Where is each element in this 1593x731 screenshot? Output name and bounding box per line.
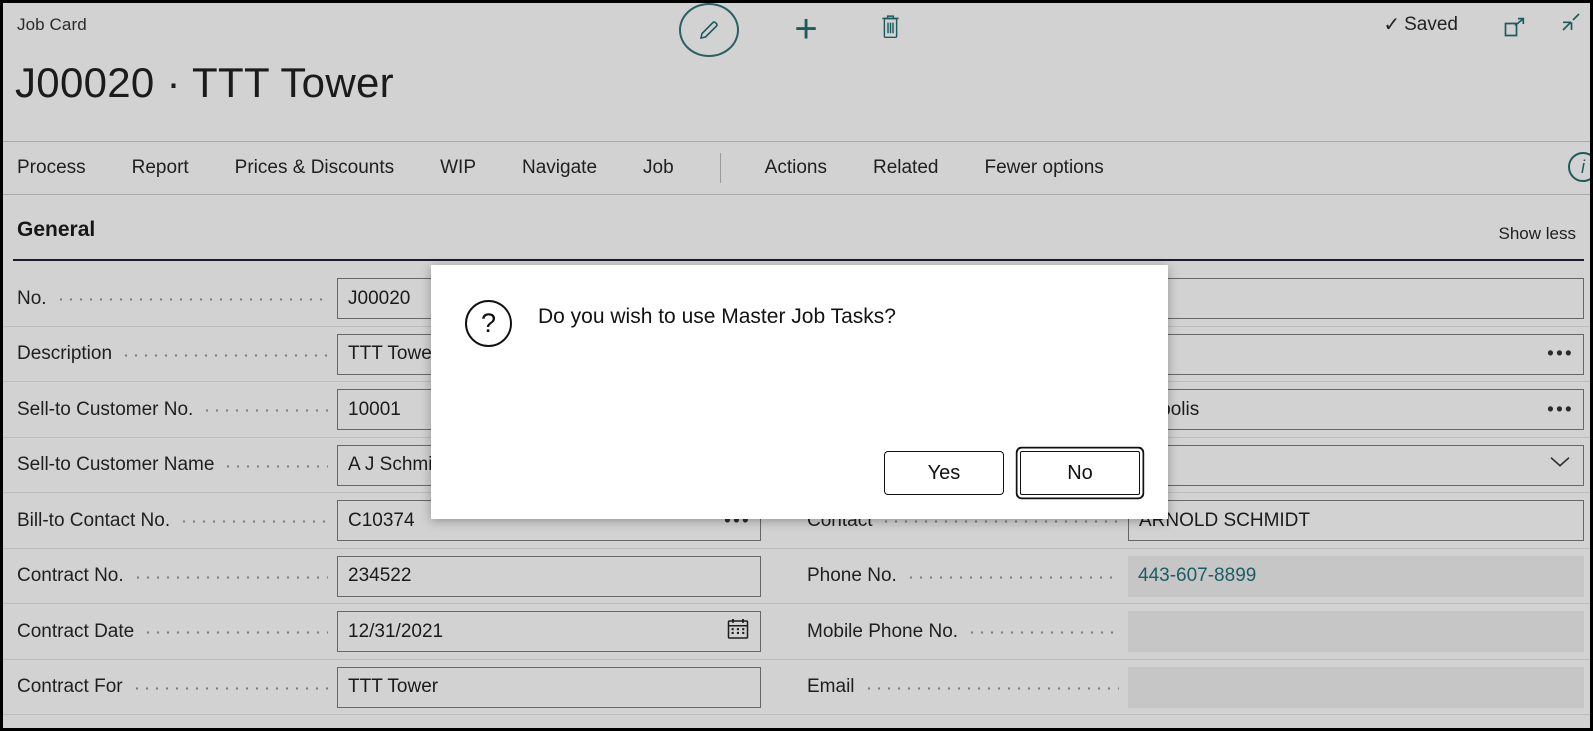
right-input-2[interactable]: napolis ••• bbox=[1128, 389, 1584, 431]
section-title: General bbox=[17, 218, 96, 241]
menu-item-related[interactable]: Related bbox=[873, 157, 939, 179]
contract-date-value: 12/31/2021 bbox=[348, 620, 444, 642]
right-dropdown-3[interactable] bbox=[1128, 444, 1584, 486]
chevron-down-icon[interactable] bbox=[1549, 453, 1571, 475]
calendar-icon[interactable] bbox=[726, 617, 750, 646]
field-contract-for: Contract For TTT Tower bbox=[3, 660, 793, 716]
row-divider bbox=[3, 714, 1590, 715]
top-toolbar: Job Card + ✓ Saved bbox=[3, 3, 1590, 57]
menu-bar: Process Report Prices & Discounts WIP Na… bbox=[3, 141, 1590, 195]
right-input-0[interactable] bbox=[1128, 278, 1584, 320]
leader-dots bbox=[223, 456, 328, 476]
contract-date-input[interactable]: 12/31/2021 bbox=[337, 611, 761, 653]
pencil-icon bbox=[692, 13, 726, 47]
field-email: Email bbox=[793, 660, 1590, 716]
field-label: Contract No. bbox=[17, 565, 124, 587]
form-row: Contract For TTT Tower Email bbox=[3, 660, 1590, 716]
menu-item-navigate[interactable]: Navigate bbox=[522, 157, 597, 179]
expand-button[interactable] bbox=[1560, 11, 1582, 38]
bill-to-contact-no-value: C10374 bbox=[348, 509, 415, 531]
leader-dots bbox=[121, 345, 328, 365]
check-icon: ✓ bbox=[1383, 14, 1401, 36]
field-label: Sell-to Customer No. bbox=[17, 398, 194, 420]
no-button[interactable]: No bbox=[1020, 451, 1140, 495]
dialog-buttons: Yes No bbox=[884, 451, 1140, 495]
assist-edit-icon[interactable]: ••• bbox=[1547, 400, 1574, 419]
show-less-toggle[interactable]: Show less bbox=[1499, 224, 1576, 244]
menu-divider bbox=[719, 153, 721, 183]
breadcrumb: Job Card bbox=[17, 15, 87, 34]
open-in-new-window-button[interactable] bbox=[1502, 16, 1528, 45]
field-phone-no: Phone No. 443-607-8899 bbox=[793, 549, 1590, 605]
field-label: Phone No. bbox=[807, 565, 897, 587]
field-label: No. bbox=[17, 287, 47, 309]
menu-item-fewer-options[interactable]: Fewer options bbox=[984, 157, 1103, 179]
contract-no-input[interactable]: 234522 bbox=[337, 555, 761, 597]
leader-dots bbox=[905, 567, 1119, 587]
field-label: Mobile Phone No. bbox=[807, 620, 959, 642]
leader-dots bbox=[131, 678, 328, 698]
save-status-label: Saved bbox=[1404, 14, 1458, 35]
plus-icon: + bbox=[794, 7, 818, 51]
field-label: Contract Date bbox=[17, 620, 135, 642]
leader-dots bbox=[143, 623, 328, 643]
leader-dots bbox=[179, 512, 328, 532]
page-title: J00020 · TTT Tower bbox=[15, 59, 394, 106]
leader-dots bbox=[967, 623, 1119, 643]
menu-item-process[interactable]: Process bbox=[17, 157, 86, 179]
mobile-phone-no-value[interactable] bbox=[1128, 611, 1584, 653]
toolbar-actions: + bbox=[679, 3, 907, 57]
email-value[interactable] bbox=[1128, 666, 1584, 708]
edit-button[interactable] bbox=[679, 3, 739, 57]
question-mark-icon: ? bbox=[465, 300, 512, 347]
save-status: ✓ Saved bbox=[1383, 14, 1458, 36]
field-label: Description bbox=[17, 343, 113, 365]
field-mobile-phone-no: Mobile Phone No. bbox=[793, 604, 1590, 660]
field-label: Bill-to Contact No. bbox=[17, 509, 171, 531]
contact-input[interactable]: ARNOLD SCHMIDT bbox=[1128, 500, 1584, 542]
field-contract-no: Contract No. 234522 bbox=[3, 549, 793, 605]
leader-dots bbox=[863, 678, 1119, 698]
field-label: Sell-to Customer Name bbox=[17, 454, 215, 476]
assist-edit-icon[interactable]: ••• bbox=[1547, 345, 1574, 364]
menu-item-job[interactable]: Job bbox=[643, 157, 674, 179]
info-icon[interactable]: i bbox=[1568, 152, 1590, 182]
menu-item-report[interactable]: Report bbox=[132, 157, 189, 179]
leader-dots bbox=[132, 567, 328, 587]
job-card-page: Job Card + ✓ Saved J00020 · TTT Tower Pr… bbox=[0, 0, 1593, 731]
dialog-message: Do you wish to use Master Job Tasks? bbox=[538, 305, 896, 328]
leader-dots bbox=[202, 401, 328, 421]
right-input-1[interactable]: ••• bbox=[1128, 333, 1584, 375]
menu-item-actions[interactable]: Actions bbox=[765, 157, 827, 179]
menu-item-prices-discounts[interactable]: Prices & Discounts bbox=[235, 157, 394, 179]
delete-button[interactable] bbox=[873, 12, 907, 46]
field-contract-date: Contract Date 12/31/2021 bbox=[3, 604, 793, 660]
new-button[interactable]: + bbox=[789, 7, 823, 51]
form-row: Contract Date 12/31/2021 Mobile Phone No… bbox=[3, 604, 1590, 660]
confirmation-dialog: ? Do you wish to use Master Job Tasks? Y… bbox=[431, 265, 1168, 519]
phone-no-value[interactable]: 443-607-8899 bbox=[1128, 555, 1584, 597]
section-divider bbox=[13, 259, 1584, 261]
form-row: Contract No. 234522 Phone No. 443-607-88… bbox=[3, 549, 1590, 605]
trash-icon bbox=[879, 13, 902, 45]
leader-dots bbox=[55, 290, 328, 310]
contract-for-input[interactable]: TTT Tower bbox=[337, 666, 761, 708]
field-label: Email bbox=[807, 676, 855, 698]
yes-button[interactable]: Yes bbox=[884, 451, 1004, 495]
menu-item-wip[interactable]: WIP bbox=[440, 157, 476, 179]
field-label: Contract For bbox=[17, 676, 123, 698]
